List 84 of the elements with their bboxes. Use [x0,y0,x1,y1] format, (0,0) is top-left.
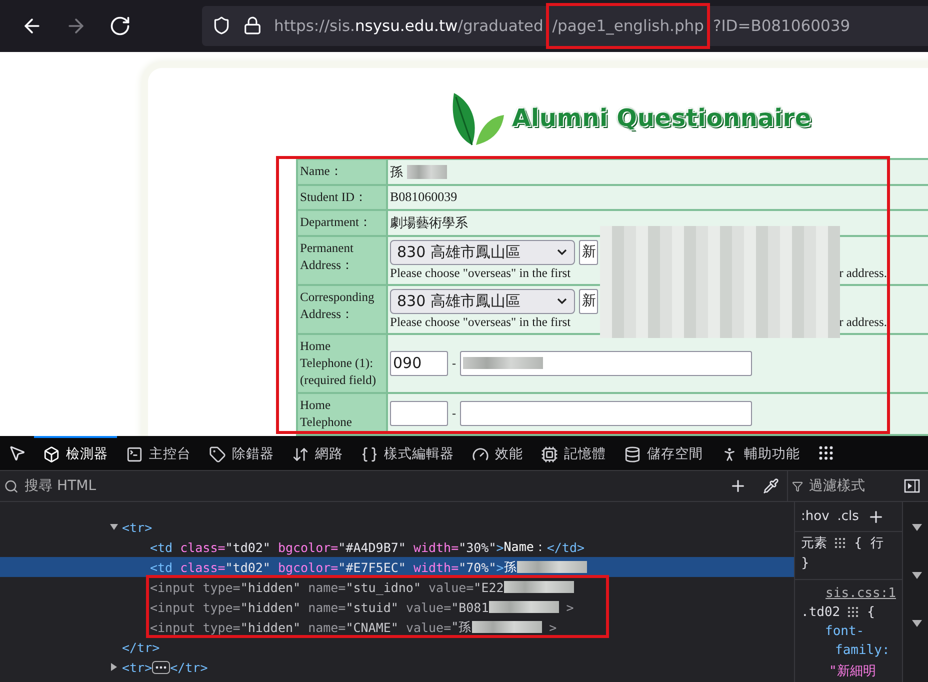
collapse-triangle-icon[interactable] [109,522,119,532]
devtools-tab[interactable]: 記憶體 [532,436,615,470]
brace-text: } [801,556,810,571]
arrows-up-down-icon [292,446,309,462]
devtools-tab[interactable]: 檢測器 [34,436,117,470]
address-bar[interactable]: https://sis.nsysu.edu.tw/graduated /page1_english.php ?ID=B081060039 [202,6,928,46]
hint-text: Please choose "overseas" in the first [390,314,571,330]
area-code-field[interactable] [390,401,448,426]
page-title: Alumni Questionnaire [512,104,812,132]
address-input-field[interactable]: 新 [579,288,598,314]
class-toggle[interactable]: .cls [837,509,859,524]
hint-text: Please choose "overseas" in the first [390,266,571,281]
redacted-block [472,621,542,633]
collapse-triangle-icon[interactable] [912,524,922,532]
field-value: 孫 [390,162,403,181]
tag-icon [209,446,226,462]
reload-icon [109,14,131,37]
hint-text: r address. [839,266,887,281]
area-code-field[interactable]: 090 [390,350,448,376]
gauge-icon [472,446,489,462]
markup-line[interactable]: <tr> </tr> [0,657,794,677]
field-label: Student ID： [298,186,386,209]
filter-icon [792,480,804,492]
field-value: 劇場藝術學系 [390,214,468,232]
devtools-tab[interactable]: 主控台 [117,436,200,470]
markup-line[interactable]: <input type="hidden" name="CNAME" value="孫 > [0,617,794,637]
collapse-triangle-icon[interactable] [912,572,922,580]
hint-text: r address. [839,314,887,330]
url-text: https://sis.nsysu.edu.tw/graduated [274,16,544,35]
address-input-field[interactable]: 新 [579,240,598,265]
dash-separator: - [452,356,456,371]
devtools-tab[interactable]: 輔助功能 [712,436,809,470]
storage-icon [624,446,641,462]
property-name: font- [825,624,864,639]
collapse-triangle-icon[interactable] [912,620,922,628]
devtools-tab[interactable]: 樣式編輯器 [352,436,463,470]
devtools-tab[interactable]: 儲存空間 [615,436,712,470]
declaration-text: 行 [870,535,884,552]
ellipsis-icon[interactable] [152,660,170,674]
field-label: Department： [298,210,386,235]
redacted-block [516,561,587,573]
markup-line[interactable]: </tr> [0,637,794,657]
search-icon [4,478,19,494]
source-link[interactable]: sis.css:1 [826,586,896,601]
property-value: "新細明 [829,663,876,680]
field-label: Permanent Address： [298,236,386,284]
lock-icon[interactable] [243,16,262,36]
style-filter-field[interactable]: 過濾樣式 [807,477,896,495]
devtools-tab[interactable]: 除錯器 [200,436,283,470]
chip-icon [541,446,558,462]
field-label: Corresponding Address： [298,286,386,333]
html-search-field[interactable]: 搜尋 HTML [22,477,721,495]
console-icon [126,446,143,462]
rule-selector: .td02 [801,605,840,620]
redacted-block [488,601,559,613]
highlighted-url-text: /page1_english.php [546,2,710,49]
grid-icon[interactable] [835,538,846,548]
dash-separator: - [452,406,456,422]
rule-selector: 元素 [801,535,827,552]
district-dropdown[interactable]: 830 高雄市鳳山區 [390,288,575,314]
field-value: B081060039 [390,189,458,206]
brace-text: { [867,605,875,620]
grid-icon[interactable] [848,607,860,618]
field-label: Name： [298,160,386,184]
markup-line[interactable]: <tr> [0,517,794,537]
shield-icon[interactable] [212,16,231,36]
url-text: ?ID=B081060039 [712,16,850,35]
phone-number-field[interactable] [460,401,752,426]
redacted-block [504,581,574,593]
devtools-tab[interactable]: 網路 [283,436,352,470]
phone-number-field[interactable] [460,350,752,376]
markup-line[interactable]: <td class="td02" bgcolor="#A4D9B7" width="30%">Name：</td> [0,537,794,557]
field-label: Home Telephone (1):(required field) [298,334,386,392]
expand-triangle-icon[interactable] [109,662,119,672]
property-name: family: [835,643,890,658]
markup-line[interactable]: <input type="hidden" name="stu_idno" value="E22 [0,577,794,597]
braces-icon [361,446,378,462]
markup-line[interactable]: <input type="hidden" name="stuid" value="B081 > [0,597,794,617]
brace-text: { [854,536,862,550]
hover-toggle[interactable]: :hov [801,509,830,524]
field-label: Home Telephone [298,394,386,434]
district-dropdown[interactable]: 830 高雄市鳳山區 [390,240,575,265]
devtools-tab[interactable]: 效能 [463,436,532,470]
inspector-icon [43,446,60,462]
